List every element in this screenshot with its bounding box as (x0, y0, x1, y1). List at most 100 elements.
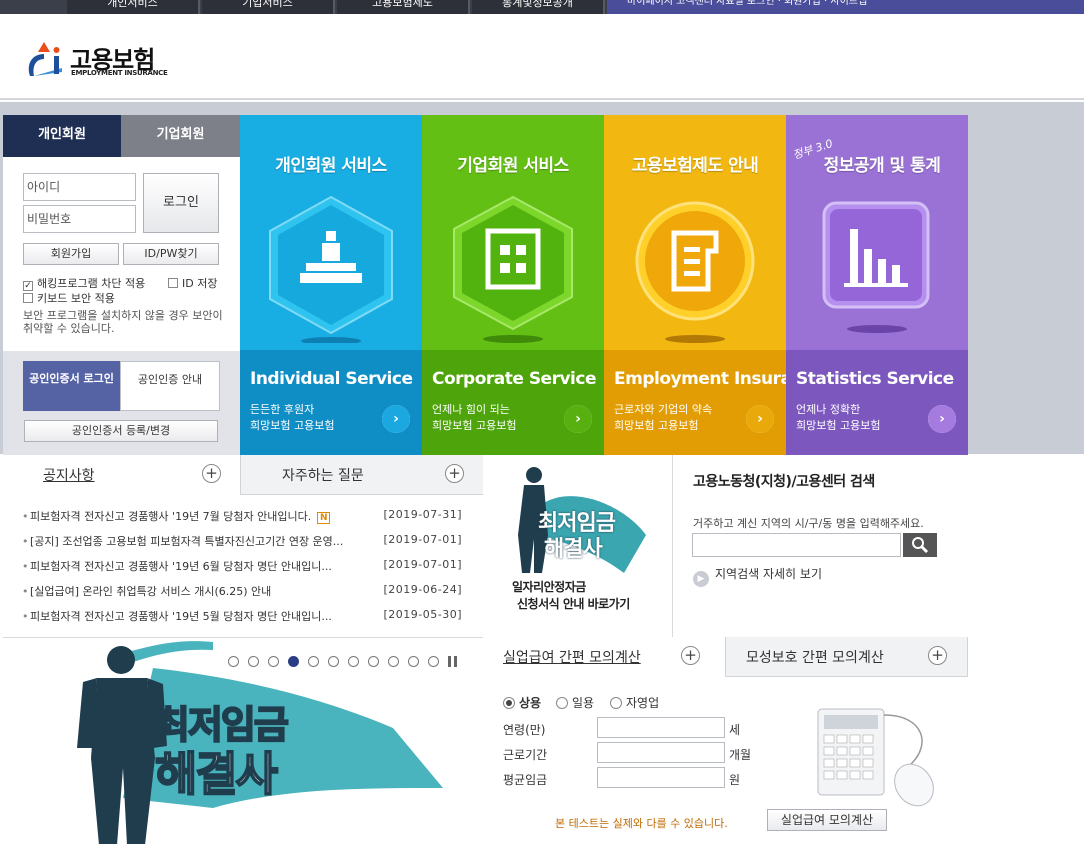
plus-icon[interactable]: + (681, 646, 700, 665)
cert-register-button[interactable]: 공인인증서 등록/변경 (24, 420, 218, 442)
slide-dot[interactable] (248, 656, 259, 667)
tile-statistics-service[interactable]: 정보공개 및 통계 정부 3.0 Statistics Service 언제나 … (786, 115, 968, 455)
tab-unemployment-label: 실업급여 간편 모의계산 (503, 650, 641, 666)
age-input[interactable] (597, 717, 725, 738)
tab-personal-member[interactable]: 개인회원 (3, 115, 121, 163)
slide-dot[interactable] (228, 656, 239, 667)
utility-links[interactable]: 마이페이지 고객센터 자료실 로그인 · 회원가입 · 사이트맵 (607, 0, 1084, 14)
slide-dot[interactable] (388, 656, 399, 667)
radio-regular[interactable]: 상용 (503, 694, 541, 711)
slide-dot[interactable] (328, 656, 339, 667)
tab-notice[interactable]: 공지사항 + (3, 455, 240, 495)
tile-english-title: Statistics Service (796, 369, 954, 389)
nav-tab-statistics[interactable]: 통계및정보공개 (472, 0, 605, 14)
tile-title: 개인회원 서비스 (275, 156, 387, 176)
main-banner[interactable]: 최저임금 해결사 (3, 637, 483, 844)
news-title: [실업급여] 온라인 취업특강 서비스 개시(6.25) 안내 (30, 585, 272, 598)
list-item[interactable]: • [실업급여] 온라인 취업특강 서비스 개시(6.25) 안내 [2019-06… (22, 583, 462, 599)
person-hexagon-icon (269, 195, 393, 343)
search-button[interactable] (903, 533, 937, 557)
radio-checked-icon (503, 697, 515, 709)
minimum-wage-promo[interactable]: 최저임금 해결사 일자리안정자금 신청서식 안내 바로가기 (484, 455, 672, 637)
site-logo[interactable]: 고용보험 EMPLOYMENT INSURANCE (24, 38, 168, 82)
news-title: 피보험자격 전자신고 경품행사 '19년 6월 당첨자 명단 안내입니... (30, 560, 332, 573)
tile-desc-2: 희망보험 고용보험 (250, 419, 335, 432)
hacking-block-checkbox[interactable]: ✓ 해킹프로그램 차단 적용 (23, 275, 145, 291)
nav-tab-insurance[interactable]: 고용보험제도 (337, 0, 470, 14)
plus-icon[interactable]: + (202, 464, 221, 483)
keyboard-security-label: 키보드 보안 적용 (37, 292, 115, 305)
list-item[interactable]: • 피보험자격 전자신고 경품행사 '19년 7월 당첨자 안내입니다. N [201… (22, 508, 462, 524)
work-period-input[interactable] (597, 742, 725, 763)
save-id-checkbox[interactable]: ID 저장 (168, 275, 217, 291)
calculate-button[interactable]: 실업급여 모의계산 (767, 809, 887, 831)
plus-icon[interactable]: + (928, 646, 947, 665)
calc-notice: 본 테스트는 실제와 다를 수 있습니다. (555, 817, 728, 830)
bullet-icon: • (22, 610, 29, 623)
password-input[interactable]: 비밀번호 (23, 205, 136, 233)
tile-desc-1: 언제나 정확한 (796, 403, 861, 416)
arrow-right-icon[interactable]: › (746, 405, 774, 433)
arrow-right-icon[interactable]: › (382, 405, 410, 433)
slide-dot[interactable] (308, 656, 319, 667)
tile-desc-1: 근로자와 기업의 약속 (614, 403, 713, 416)
bullet-icon: • (22, 535, 29, 548)
bullet-icon: • (22, 585, 29, 598)
calculator-mouse-icon (817, 708, 934, 807)
bar-chart-box-icon (822, 201, 930, 333)
news-date: [2019-06-24] (383, 583, 462, 596)
arrow-right-icon[interactable]: › (564, 405, 592, 433)
region-search-more-link[interactable]: ▶ 지역검색 자세히 보기 (693, 565, 822, 587)
nav-tab-company[interactable]: 기업서비스 (202, 0, 335, 14)
tile-corporate-service[interactable]: 기업회원 서비스 Corporate Service 언제나 힘이 되는 희망보… (422, 115, 604, 455)
benefit-calculator: 실업급여 간편 모의계산 + 모성보호 간편 모의계산 + 상용 일용 자영업 … (484, 637, 968, 844)
logo-mark-icon (28, 42, 62, 76)
list-item[interactable]: • 피보험자격 전자신고 경품행사 '19년 5월 당첨자 명단 안내입니... [… (22, 608, 462, 624)
site-header: 고용보험 EMPLOYMENT INSURANCE (0, 14, 1084, 100)
tile-title: 정보공개 및 통계 (823, 156, 941, 176)
tile-individual-service[interactable]: 개인회원 서비스 Individual Service 든든한 후원자 희망보험… (240, 115, 422, 455)
arrow-right-icon[interactable]: › (928, 405, 956, 433)
slide-dot[interactable] (408, 656, 419, 667)
search-icon (912, 537, 929, 554)
slide-dot[interactable] (348, 656, 359, 667)
radio-selfemployed[interactable]: 자영업 (610, 694, 659, 711)
radio-daily[interactable]: 일용 (556, 694, 594, 711)
radio-icon (610, 697, 622, 709)
plus-icon[interactable]: + (445, 464, 464, 483)
promo-title-2: 해결사 (544, 537, 603, 562)
keyboard-security-checkbox[interactable]: 키보드 보안 적용 (23, 290, 115, 306)
tile-title: 기업회원 서비스 (457, 156, 569, 176)
tile-employment-insurance[interactable]: 고용보험제도 안내 Employment Insurance 근로자와 기업의 … (604, 115, 786, 455)
tab-unemployment-calc[interactable]: 실업급여 간편 모의계산 + (484, 637, 725, 677)
bullet-icon: • (22, 560, 29, 573)
news-title: 피보험자격 전자신고 경품행사 '19년 5월 당첨자 명단 안내입니... (30, 610, 332, 623)
tab-faq[interactable]: 자주하는 질문 + (240, 455, 483, 495)
id-input[interactable]: 아이디 (23, 173, 136, 201)
list-item[interactable]: • [공지] 조선업종 고용보험 피보험자격 특별자진신고기간 연장 운영... [… (22, 533, 462, 549)
document-circle-icon (635, 201, 755, 343)
login-button[interactable]: 로그인 (143, 173, 219, 233)
slide-dot[interactable] (268, 656, 279, 667)
news-title: 피보험자격 전자신고 경품행사 '19년 7월 당첨자 안내입니다. (30, 510, 312, 523)
slide-dot[interactable] (368, 656, 379, 667)
cert-guide-button[interactable]: 공인인증 안내 (120, 361, 220, 411)
join-button[interactable]: 회원가입 (23, 243, 119, 265)
tab-company-member[interactable]: 기업회원 (121, 115, 240, 157)
bullet-icon: • (22, 510, 29, 523)
tab-maternity-calc[interactable]: 모성보호 간편 모의계산 + (725, 637, 968, 677)
cert-login-button[interactable]: 공인인증서 로그인 (23, 361, 120, 411)
find-id-pw-button[interactable]: ID/PW찾기 (123, 243, 219, 265)
avg-wage-label: 평균임금 (503, 773, 548, 787)
news-title: [공지] 조선업종 고용보험 피보험자격 특별자진신고기간 연장 운영... (30, 535, 344, 548)
region-search-input[interactable] (692, 533, 901, 557)
list-item[interactable]: • 피보험자격 전자신고 경품행사 '19년 6월 당첨자 명단 안내입니... [… (22, 558, 462, 574)
tile-desc-2: 희망보험 고용보험 (796, 419, 881, 432)
age-unit: 세 (729, 723, 741, 737)
pause-icon[interactable] (448, 656, 458, 667)
slide-dot[interactable] (288, 656, 299, 667)
radio-icon (556, 697, 568, 709)
nav-tab-personal[interactable]: 개인서비스 (67, 0, 200, 14)
avg-wage-input[interactable] (597, 767, 725, 788)
slide-dot[interactable] (428, 656, 439, 667)
